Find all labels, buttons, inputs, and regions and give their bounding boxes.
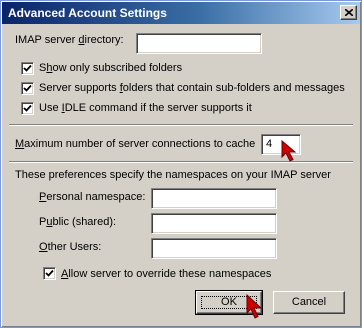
supports-subfolders-label: Server supports folders that contain sub…: [39, 82, 345, 94]
other-users-label: Other Users:: [39, 241, 102, 253]
personal-namespace-label: Personal namespace:: [39, 191, 146, 203]
imap-server-directory-label: IMAP server directory:: [15, 34, 124, 46]
use-idle-label: Use IDLE command if the server supports …: [39, 102, 252, 114]
cancel-button-label: Cancel: [291, 296, 327, 308]
max-connections-label: Maximum number of server connections to …: [15, 138, 256, 150]
separator: [9, 124, 353, 126]
namespaces-intro-text: These preferences specify the namespaces…: [15, 169, 331, 181]
pointer-arrow-icon: [246, 293, 263, 319]
checkmark-icon: [45, 269, 54, 277]
use-idle-checkbox[interactable]: [21, 102, 34, 115]
public-shared-label: Public (shared):: [39, 216, 117, 228]
show-only-subscribed-checkbox[interactable]: [21, 62, 34, 75]
pointer-arrow-icon: [281, 139, 297, 162]
allow-override-namespaces-checkbox[interactable]: [43, 267, 56, 280]
other-users-input[interactable]: [151, 238, 277, 259]
close-icon: [345, 9, 353, 16]
title-bar[interactable]: Advanced Account Settings: [2, 2, 360, 24]
close-button[interactable]: [340, 5, 357, 20]
checkmark-icon: [23, 64, 32, 72]
public-shared-input[interactable]: [151, 213, 277, 234]
cancel-button[interactable]: Cancel: [273, 291, 345, 314]
imap-server-directory-input[interactable]: [136, 33, 262, 54]
window-title: Advanced Account Settings: [8, 6, 167, 20]
show-only-subscribed-label: Show only subscribed folders: [39, 62, 183, 74]
supports-subfolders-checkbox[interactable]: [21, 82, 34, 95]
personal-namespace-input[interactable]: [151, 188, 277, 209]
checkmark-icon: [23, 104, 32, 112]
allow-override-namespaces-label: Allow server to override these namespace…: [61, 268, 272, 280]
checkmark-icon: [23, 84, 32, 92]
advanced-account-settings-dialog: Advanced Account Settings IMAP server di…: [0, 0, 362, 328]
